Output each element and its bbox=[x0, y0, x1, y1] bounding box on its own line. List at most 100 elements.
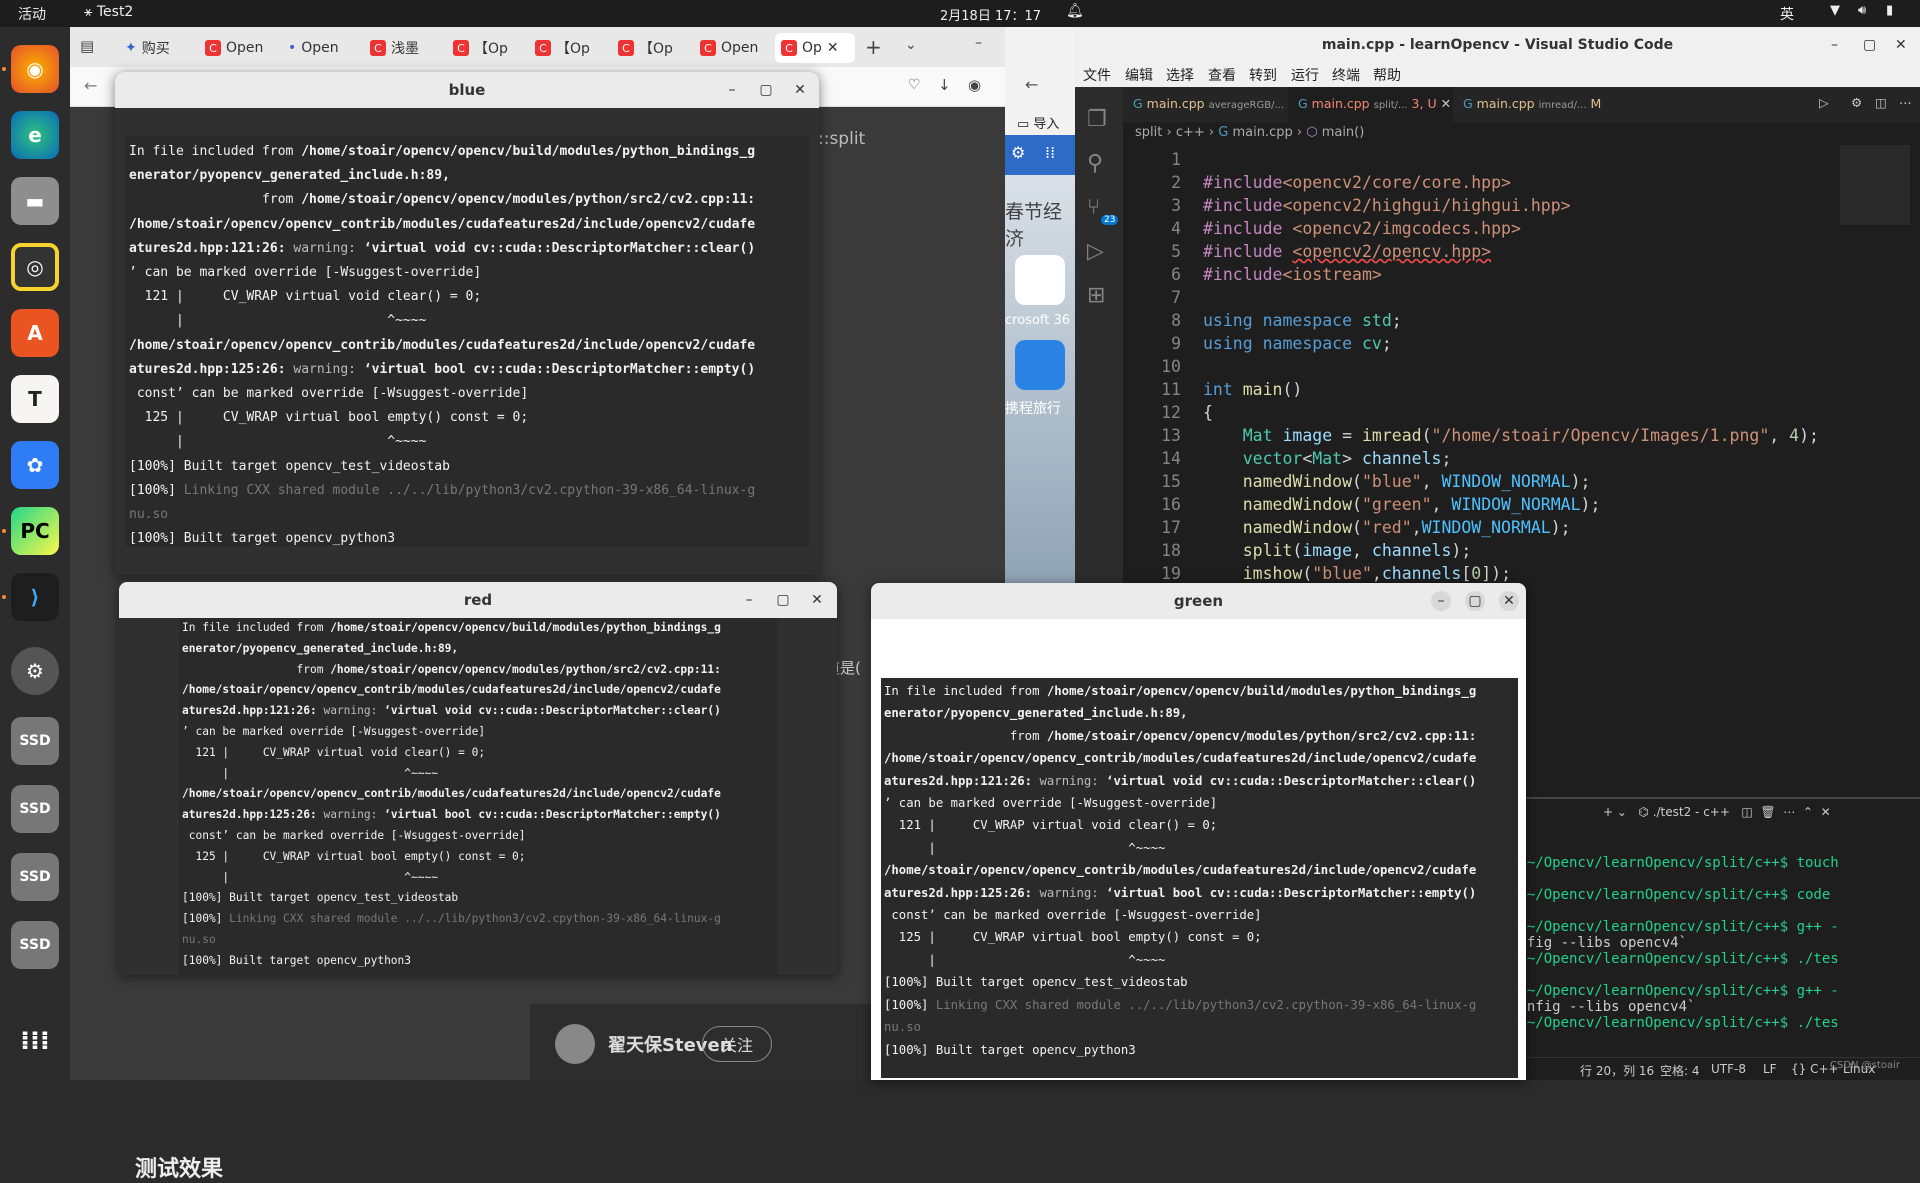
rhythmbox-icon[interactable]: ◎ bbox=[11, 243, 59, 291]
menu-go[interactable]: 转到 bbox=[1249, 65, 1277, 85]
download-icon[interactable]: ↓ bbox=[938, 76, 951, 94]
close-icon[interactable]: ✕ bbox=[1499, 591, 1519, 611]
gear-icon[interactable]: ⚙ bbox=[1011, 143, 1025, 162]
close-icon[interactable]: ✕ bbox=[807, 590, 827, 610]
menu-terminal[interactable]: 终端 bbox=[1332, 65, 1360, 85]
tab-close-icon[interactable]: ✕ bbox=[1441, 96, 1451, 111]
tab-7[interactable]: C 【Op bbox=[618, 33, 680, 63]
battery-icon[interactable]: ▮ bbox=[1886, 3, 1893, 18]
menu-view[interactable]: 查看 bbox=[1208, 65, 1236, 85]
minimize-icon[interactable]: – bbox=[739, 590, 759, 610]
menu-edit[interactable]: 编辑 bbox=[1125, 65, 1153, 85]
ssd-drive-icon[interactable]: SSD bbox=[11, 921, 59, 969]
account-icon[interactable]: ◉ bbox=[968, 76, 981, 94]
maximize-icon[interactable]: ▢ bbox=[773, 590, 793, 610]
menu-run[interactable]: 运行 bbox=[1291, 65, 1319, 85]
pocket-icon[interactable]: ♡ bbox=[908, 77, 921, 93]
close-icon[interactable]: ✕ bbox=[790, 80, 810, 100]
trash-icon[interactable]: 🗑︎ bbox=[1760, 805, 1775, 819]
wifi-icon[interactable]: ▼ bbox=[1830, 3, 1840, 18]
run-icon[interactable]: ▷ bbox=[1819, 95, 1829, 110]
tab-6[interactable]: C 【Op bbox=[535, 33, 597, 63]
breadcrumb-item[interactable]: c++ bbox=[1176, 125, 1205, 140]
tab-favicon: ✦ bbox=[125, 40, 137, 56]
tab-close-icon[interactable]: ✕ bbox=[827, 40, 839, 56]
breadcrumb-item[interactable]: split bbox=[1135, 125, 1162, 140]
import-label[interactable]: ▭ 导入 bbox=[1017, 113, 1059, 132]
editor-tab-averagergb[interactable]: G main.cpp averageRGB/... U bbox=[1123, 87, 1297, 122]
back-icon[interactable]: ← bbox=[84, 76, 97, 95]
volume-icon[interactable]: 🔊︎ bbox=[1858, 3, 1866, 18]
app-menu[interactable]: ⚹ Test2 bbox=[84, 4, 133, 20]
menu-help[interactable]: 帮助 bbox=[1373, 65, 1401, 85]
maximize-icon[interactable]: ▢ bbox=[756, 80, 776, 100]
explorer-icon[interactable]: ❐ bbox=[1087, 107, 1107, 132]
minimap[interactable] bbox=[1840, 145, 1910, 225]
microsoft365-icon[interactable] bbox=[1015, 255, 1065, 305]
breadcrumb-item[interactable]: main() bbox=[1322, 125, 1365, 140]
minimize-icon[interactable]: – bbox=[975, 35, 982, 51]
more-actions-icon[interactable]: ⋯ bbox=[1783, 805, 1795, 819]
cursor-position[interactable]: 行 20，列 16 bbox=[1580, 1062, 1654, 1079]
ssd-drive-icon[interactable]: SSD bbox=[11, 853, 59, 901]
split-editor-icon[interactable]: ◫ bbox=[1875, 95, 1887, 110]
extensions-icon[interactable]: ⊞ bbox=[1087, 283, 1105, 308]
maximize-panel-icon[interactable]: ⌃ bbox=[1803, 805, 1813, 819]
gear-icon[interactable]: ⚙ bbox=[1851, 95, 1862, 110]
editor-tab-split[interactable]: G main.cpp split/... 3, U ✕ bbox=[1288, 87, 1453, 122]
editor-tab-imread[interactable]: G main.cpp imread/... M bbox=[1453, 87, 1613, 122]
search-icon[interactable]: ⚲ bbox=[1087, 151, 1103, 176]
edge-icon[interactable]: e bbox=[11, 111, 59, 159]
indentation[interactable]: 空格: 4 bbox=[1660, 1062, 1700, 1079]
minimize-icon[interactable]: – bbox=[722, 80, 742, 100]
new-terminal-icon[interactable]: + ⌄ bbox=[1603, 805, 1627, 819]
tab-8[interactable]: C Open bbox=[700, 33, 765, 63]
eol[interactable]: LF bbox=[1763, 1062, 1777, 1076]
tab-1[interactable]: ✦ 购买 bbox=[125, 33, 185, 63]
settings-icon[interactable]: ⚙ bbox=[11, 647, 59, 695]
input-method-indicator[interactable]: 英 bbox=[1780, 4, 1794, 24]
ssd-drive-icon[interactable]: SSD bbox=[11, 785, 59, 833]
author-avatar[interactable] bbox=[555, 1024, 595, 1064]
text-editor-icon[interactable]: T bbox=[11, 375, 59, 423]
clock[interactable]: 2月18日 17：17 bbox=[940, 5, 1041, 24]
app-center-icon[interactable]: A bbox=[11, 309, 59, 357]
firefox-icon[interactable]: ◉ bbox=[11, 45, 59, 93]
activities-button[interactable]: 活动 bbox=[18, 4, 46, 24]
encoding[interactable]: UTF-8 bbox=[1711, 1062, 1746, 1076]
baidu-netdisk-icon[interactable]: ✿ bbox=[11, 441, 59, 489]
minimize-icon[interactable]: – bbox=[1831, 27, 1838, 63]
ctrip-icon[interactable] bbox=[1015, 340, 1065, 390]
tab-list-chevron-icon[interactable]: ⌄ bbox=[905, 37, 917, 53]
run-debug-icon[interactable]: ▷ bbox=[1087, 239, 1104, 264]
menu-file[interactable]: 文件 bbox=[1083, 65, 1111, 85]
close-icon[interactable]: ✕ bbox=[1895, 27, 1907, 63]
new-tab-icon[interactable]: + bbox=[865, 35, 882, 59]
pycharm-icon[interactable]: PC bbox=[11, 507, 59, 555]
menu-selection[interactable]: 选择 bbox=[1166, 65, 1194, 85]
more-actions-icon[interactable]: ⋯ bbox=[1899, 95, 1912, 110]
show-apps-icon[interactable]: ⁞⁞⁞ bbox=[11, 1017, 59, 1065]
close-panel-icon[interactable]: ✕ bbox=[1821, 805, 1831, 819]
ssd-drive-icon[interactable]: SSD bbox=[11, 717, 59, 765]
maximize-icon[interactable]: ▢ bbox=[1465, 591, 1485, 611]
maximize-icon[interactable]: ▢ bbox=[1863, 27, 1876, 63]
grid-icon[interactable]: ⁞⁞ bbox=[1045, 143, 1055, 162]
back-icon[interactable]: ← bbox=[1025, 75, 1038, 94]
breadcrumb-item[interactable]: main.cpp bbox=[1232, 125, 1292, 140]
tab-3[interactable]: • Open bbox=[288, 33, 348, 63]
minimize-icon[interactable]: – bbox=[1431, 591, 1451, 611]
terminal-log-text: /home/stoair/opencv/opencv/build/modules… bbox=[301, 144, 756, 159]
tab-4[interactable]: C 浅墨 bbox=[370, 33, 435, 63]
source-control-icon[interactable]: ⑂ bbox=[1087, 195, 1100, 220]
code-editor[interactable]: #include<opencv2/core/core.hpp> #include… bbox=[1203, 148, 1913, 631]
files-icon[interactable]: ▬ bbox=[11, 177, 59, 225]
follow-button[interactable]: 关注 bbox=[702, 1026, 773, 1062]
split-terminal-icon[interactable]: ◫ bbox=[1741, 805, 1752, 819]
tab-2[interactable]: C Open bbox=[205, 33, 275, 63]
vscode-icon[interactable]: ⟩ bbox=[11, 573, 59, 621]
tab-active[interactable]: C Op ✕ bbox=[775, 33, 855, 63]
terminal-title[interactable]: ./test2 - c++ bbox=[1653, 805, 1730, 819]
tab-5[interactable]: C 【Op bbox=[453, 33, 515, 63]
tab-overview-icon[interactable]: ▤ bbox=[80, 37, 94, 55]
